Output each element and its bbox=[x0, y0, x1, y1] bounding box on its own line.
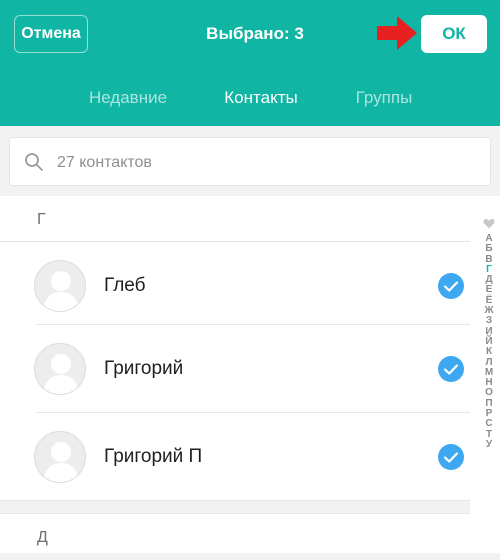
index-letter[interactable]: У bbox=[486, 439, 492, 450]
tab-contacts[interactable]: Контакты bbox=[208, 78, 314, 118]
section-header-g: Г bbox=[0, 196, 470, 242]
tab-bar: Недавние Контакты Группы bbox=[0, 78, 500, 118]
cancel-button[interactable]: Отмена bbox=[14, 15, 88, 53]
person-silhouette-icon bbox=[43, 442, 79, 482]
ok-button[interactable]: ОК bbox=[421, 15, 487, 53]
heart-icon[interactable] bbox=[483, 218, 495, 229]
contact-row[interactable]: Григорий bbox=[0, 325, 470, 413]
tab-recent[interactable]: Недавние bbox=[74, 78, 182, 118]
search-placeholder: 27 контактов bbox=[57, 153, 152, 171]
contact-list: Г Глеб Григорий Григорий П Д bbox=[0, 196, 500, 553]
section-header-d: Д bbox=[0, 514, 470, 560]
section-gap bbox=[0, 501, 470, 513]
section-letter: Д bbox=[37, 529, 48, 546]
contact-name: Григорий П bbox=[104, 446, 203, 467]
header-bar: Отмена Выбрано: 3 ОК Недавние Контакты Г… bbox=[0, 0, 500, 126]
person-silhouette-icon bbox=[43, 354, 79, 394]
contact-row[interactable]: Глеб bbox=[0, 242, 470, 330]
checkmark-icon[interactable] bbox=[438, 444, 464, 470]
avatar bbox=[34, 431, 86, 483]
avatar bbox=[34, 343, 86, 395]
section-letter: Г bbox=[37, 211, 46, 228]
red-arrow-icon bbox=[377, 16, 417, 50]
search-field[interactable]: 27 контактов bbox=[9, 137, 491, 186]
person-silhouette-icon bbox=[43, 271, 79, 311]
contact-row[interactable]: Григорий П bbox=[0, 413, 470, 501]
contact-name: Глеб bbox=[104, 275, 146, 296]
search-icon bbox=[25, 153, 43, 171]
selected-count-title: Выбрано: 3 bbox=[206, 24, 304, 43]
checkmark-icon[interactable] bbox=[438, 356, 464, 382]
avatar bbox=[34, 260, 86, 312]
tab-groups[interactable]: Группы bbox=[340, 78, 428, 118]
contact-name: Григорий bbox=[104, 358, 184, 379]
checkmark-icon[interactable] bbox=[438, 273, 464, 299]
alphabet-index[interactable]: А Б В Г Д Е Ё Ж З И Й К Л М Н О П Р С Т … bbox=[480, 218, 498, 450]
